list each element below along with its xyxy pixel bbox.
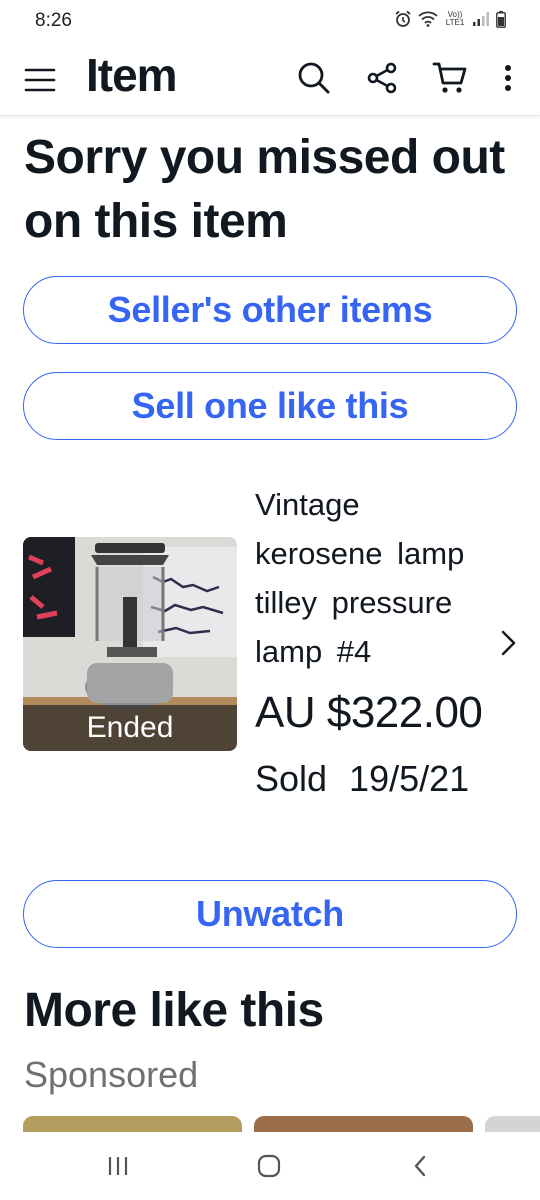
sponsored-carousel[interactable]	[0, 1116, 540, 1132]
status-icons: Vo)) LTE1	[394, 10, 506, 28]
item-thumbnail[interactable]: Ended	[23, 537, 237, 751]
status-time: 8:26	[35, 10, 72, 31]
network-label: Vo)) LTE1	[445, 10, 465, 27]
home-icon[interactable]	[249, 1150, 289, 1182]
status-bar: 8:26 Vo)) LTE1	[0, 0, 540, 44]
sellers-other-items-button[interactable]: Seller's other items	[23, 276, 517, 344]
sponsored-card[interactable]	[485, 1116, 540, 1132]
item-sold-status: Sold 19/5/21	[255, 758, 470, 799]
back-icon[interactable]	[400, 1150, 440, 1182]
more-icon[interactable]	[488, 58, 528, 98]
menu-icon[interactable]	[24, 64, 56, 96]
page-title: Item	[86, 49, 178, 101]
cart-icon[interactable]	[430, 58, 470, 98]
item-price: AU $322.00	[255, 688, 483, 737]
search-icon[interactable]	[294, 58, 334, 98]
missed-item-heading: Sorry you missed out on this item	[24, 131, 505, 248]
share-icon[interactable]	[362, 58, 402, 98]
sponsored-card[interactable]	[254, 1116, 473, 1132]
ended-badge: Ended	[23, 705, 237, 751]
recent-apps-icon[interactable]	[98, 1150, 138, 1182]
more-like-this-title: More like this	[24, 984, 324, 1037]
sponsored-label: Sponsored	[24, 1054, 199, 1095]
sell-one-like-this-button[interactable]: Sell one like this	[23, 372, 517, 440]
signal-icon	[473, 12, 489, 26]
battery-icon	[496, 10, 506, 28]
item-title[interactable]: Vintage kerosene lamp tilley pressure la…	[255, 480, 495, 676]
app-bar: Item	[0, 44, 540, 116]
alarm-icon	[395, 10, 411, 27]
chevron-right-icon[interactable]	[496, 628, 520, 658]
unwatch-button[interactable]: Unwatch	[23, 880, 517, 948]
wifi-icon	[418, 11, 438, 27]
sponsored-card[interactable]	[23, 1116, 242, 1132]
system-nav-bar	[0, 1132, 540, 1200]
item-card[interactable]: Ended Vintage kerosene lamp tilley press…	[0, 480, 540, 820]
